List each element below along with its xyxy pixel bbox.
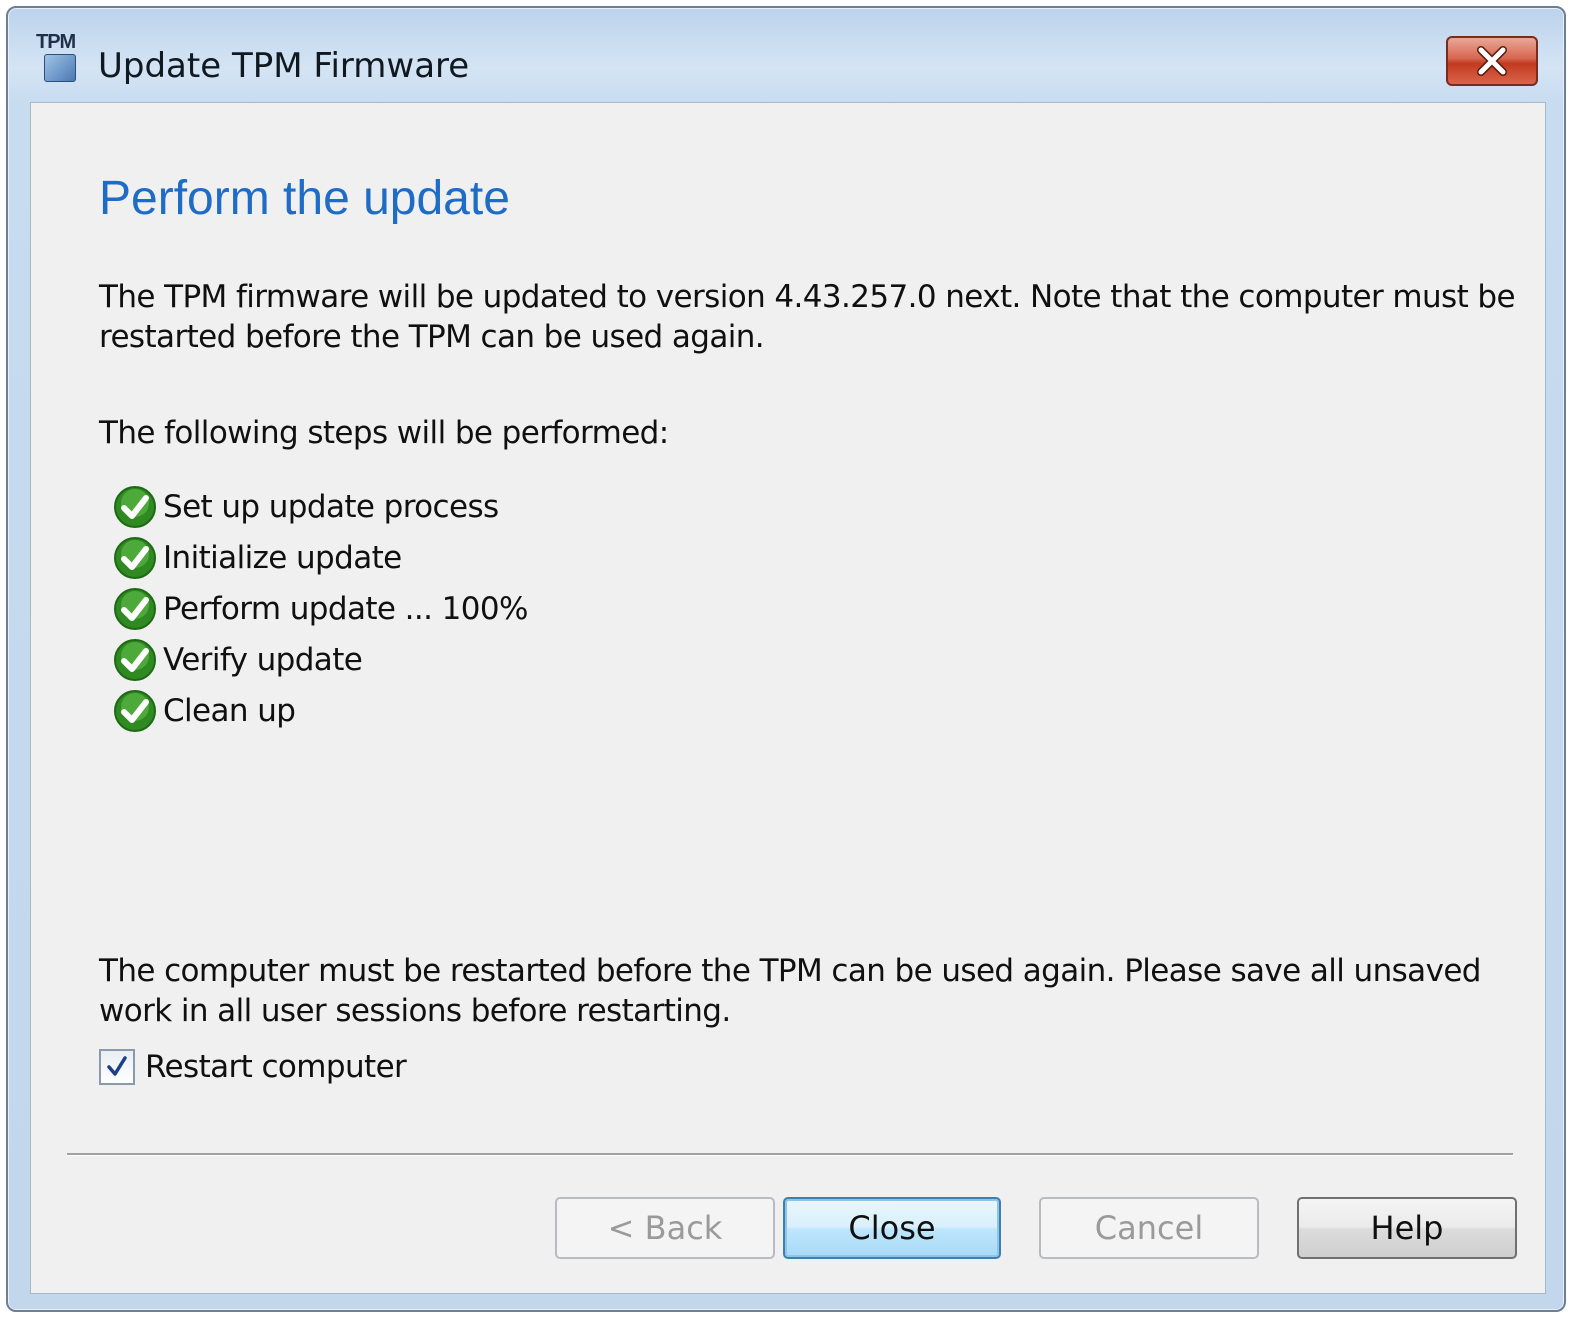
tpm-icon-text: TPM	[36, 31, 76, 53]
window-title: Update TPM Firmware	[98, 46, 470, 86]
step-label: Perform update ... 100%	[163, 590, 528, 627]
step-item: Initialize update	[113, 532, 528, 583]
step-label: Initialize update	[163, 539, 402, 576]
footer-separator	[67, 1153, 1513, 1156]
step-label: Verify update	[163, 641, 363, 678]
restart-notice: The computer must be restarted before th…	[99, 953, 1481, 1029]
step-label: Set up update process	[163, 488, 499, 525]
tpm-app-icon: TPM	[36, 32, 86, 86]
back-button[interactable]: < Back	[555, 1197, 775, 1259]
window-close-button[interactable]	[1446, 36, 1538, 86]
dialog-client-area: Perform the update The TPM firmware will…	[30, 102, 1546, 1294]
green-check-icon	[114, 638, 156, 681]
title-bar[interactable]: TPM Update TPM Firmware	[8, 8, 1564, 104]
step-item: Perform update ... 100%	[113, 583, 528, 634]
steps-label: The following steps will be performed:	[99, 415, 669, 451]
dialog-window: TPM Update TPM Firmware Perform the upda…	[6, 6, 1566, 1312]
page-title: Perform the update	[99, 172, 510, 225]
steps-list: Set up update process Initialize update …	[113, 481, 528, 736]
green-check-icon	[114, 536, 156, 579]
step-item: Clean up	[113, 685, 528, 736]
step-item: Set up update process	[113, 481, 528, 532]
close-button[interactable]: Close	[783, 1197, 1001, 1259]
step-item: Verify update	[113, 634, 528, 685]
checkmark-icon	[107, 1056, 127, 1076]
green-check-icon	[114, 587, 156, 630]
help-button[interactable]: Help	[1297, 1197, 1517, 1259]
chip-icon	[44, 54, 76, 82]
intro-text: The TPM firmware will be updated to vers…	[99, 279, 1516, 355]
step-label: Clean up	[163, 692, 296, 729]
green-check-icon	[114, 689, 156, 732]
restart-computer-label[interactable]: Restart computer	[145, 1049, 407, 1085]
close-x-icon	[1477, 46, 1507, 76]
green-check-icon	[114, 485, 156, 528]
restart-computer-checkbox-row[interactable]: Restart computer	[99, 1049, 407, 1085]
cancel-button[interactable]: Cancel	[1039, 1197, 1259, 1259]
restart-computer-checkbox[interactable]	[99, 1049, 135, 1085]
